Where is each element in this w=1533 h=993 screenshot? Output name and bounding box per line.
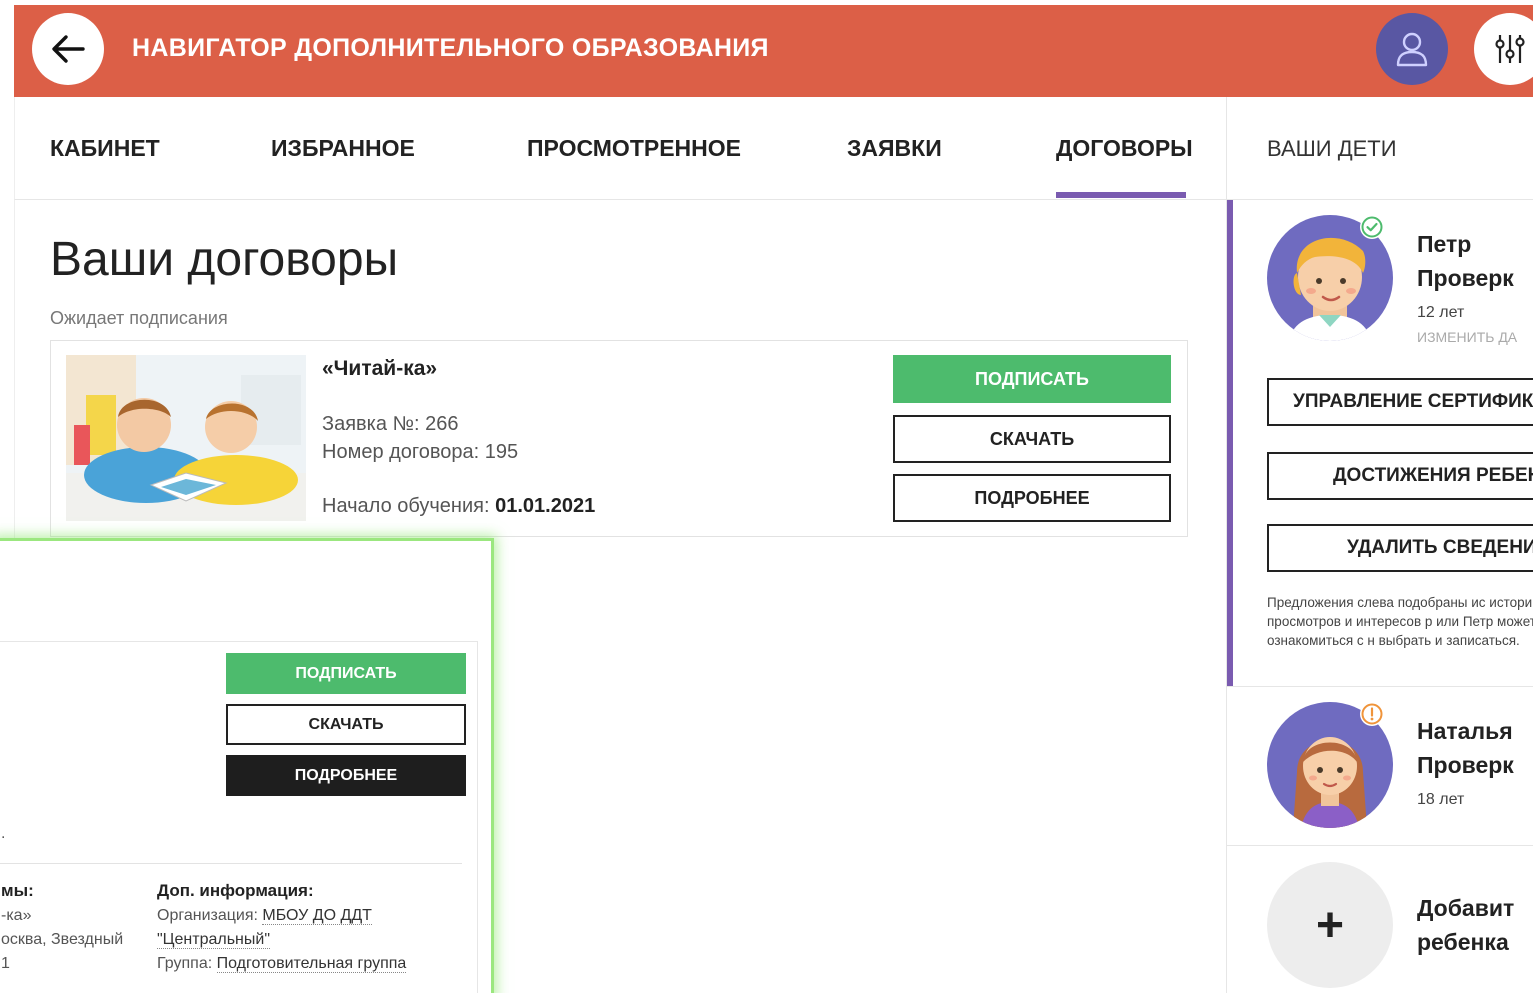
application-number: Заявка №: 266 [322,413,458,436]
extra-info-title: Доп. информация: [157,881,314,900]
warning-badge [1360,702,1384,726]
plus-icon: + [1315,898,1345,952]
edit-child-link[interactable]: ИЗМЕНИТЬ ДА [1417,329,1517,345]
contract-value: 195 [484,441,519,463]
sign-button[interactable]: ПОДПИСАТЬ [893,355,1171,403]
arrow-left-icon [52,35,85,63]
application-label: Заявка №: [322,413,420,435]
child-divider [1227,686,1533,687]
child-first-name: Наталья [1417,718,1513,744]
zoom-left-line-1: -ка» [1,907,32,924]
warning-circle-icon [1361,703,1383,725]
zoom-highlight-panel: ПОДПИСАТЬ СКАЧАТЬ ПОДРОБНЕЕ . мы: -ка» о… [0,538,494,993]
filter-settings-button[interactable] [1474,13,1533,85]
organization-value[interactable]: МБОУ ДО ДДТ [262,907,372,925]
add-child-button[interactable]: + [1267,862,1393,988]
manage-certificate-button[interactable]: УПРАВЛЕНИЕ СЕРТИФИК [1267,378,1533,426]
zoom-separator [0,863,462,864]
start-date: Начало обучения: 01.01.2021 [322,495,595,518]
child-age: 12 лет [1417,304,1465,321]
zoom-download-button[interactable]: СКАЧАТЬ [226,704,466,745]
check-circle-icon [1361,216,1383,238]
main-tabs: КАБИНЕТ ИЗБРАННОЕ ПРОСМОТРЕННОЕ ЗАЯВКИ Д… [14,97,1226,200]
contract-card: «Читай-ка» Заявка №: 266 Номер договора:… [50,340,1188,537]
tab-cabinet[interactable]: КАБИНЕТ [50,135,160,162]
child-divider [1227,845,1533,846]
active-child-indicator [1227,200,1233,686]
zoom-details-button[interactable]: ПОДРОБНЕЕ [226,755,466,796]
sliders-icon [1495,35,1525,63]
start-date-label: Начало обучения: [322,495,490,517]
page-title: Ваши договоры [50,233,399,286]
zoom-card-border-right [477,641,478,993]
zoom-left-line-3: 1 [1,955,10,972]
child-first-name: Петр [1417,231,1472,257]
start-date-value: 01.01.2021 [495,495,596,517]
tab-favorites[interactable]: ИЗБРАННОЕ [271,135,415,162]
add-child-label-line2[interactable]: ребенка [1417,925,1509,959]
child-last-name: Проверк [1417,265,1514,291]
active-tab-indicator [1056,192,1186,198]
application-value: 266 [425,413,459,435]
zoom-left-column-title: мы: [1,881,34,900]
back-button[interactable] [32,13,104,85]
tab-viewed[interactable]: ПРОСМОТРЕННОЕ [527,135,741,162]
children-panel: Петр Проверк 12 лет ИЗМЕНИТЬ ДА УПРАВЛЕН… [1226,200,1533,993]
organization-value-cont[interactable]: "Центральный" [157,931,270,949]
tab-applications[interactable]: ЗАЯВКИ [847,135,942,162]
top-bar: НАВИГАТОР ДОПОЛНИТЕЛЬНОГО ОБРАЗОВАНИЯ [14,5,1533,97]
child-age: 18 лет [1417,791,1465,808]
zoom-cut-text: . [1,825,6,842]
verified-badge [1360,215,1384,239]
contract-number: Номер договора: 195 [322,441,518,464]
download-button[interactable]: СКАЧАТЬ [893,415,1171,463]
tab-contracts[interactable]: ДОГОВОРЫ [1056,135,1193,162]
delete-child-info-button[interactable]: УДАЛИТЬ СВЕДЕНИ [1267,524,1533,572]
child-achievements-button[interactable]: ДОСТИЖЕНИЯ РЕБЕН [1267,452,1533,500]
zoom-card-border-top [0,641,477,642]
organization-row-cont: "Центральный" [157,931,270,949]
profile-button[interactable] [1376,13,1448,85]
group-value[interactable]: Подготовительная группа [216,955,407,973]
child-last-name: Проверк [1417,752,1514,778]
organization-row: Организация: МБОУ ДО ДДТ [157,907,372,925]
children-panel-header: ВАШИ ДЕТИ [1226,97,1533,200]
children-panel-title: ВАШИ ДЕТИ [1267,136,1397,161]
recommendation-note: Предложения слева подобраны ис истории п… [1267,595,1533,648]
contract-label: Номер договора: [322,441,480,463]
program-image [66,355,306,521]
zoom-left-line-2: осква, Звездный [1,931,124,948]
app-title[interactable]: НАВИГАТОР ДОПОЛНИТЕЛЬНОГО ОБРАЗОВАНИЯ [132,34,769,63]
group-row: Группа: Подготовительная группа [157,955,407,973]
user-icon [1396,32,1428,67]
zoom-sign-button[interactable]: ПОДПИСАТЬ [226,653,466,694]
organization-label: Организация: [157,907,258,924]
group-label: Группа: [157,955,213,972]
status-label: Ожидает подписания [50,308,228,328]
program-name[interactable]: «Читай-ка» [322,357,437,381]
add-child-label-line1[interactable]: Добавит [1417,891,1514,925]
details-button[interactable]: ПОДРОБНЕЕ [893,474,1171,522]
